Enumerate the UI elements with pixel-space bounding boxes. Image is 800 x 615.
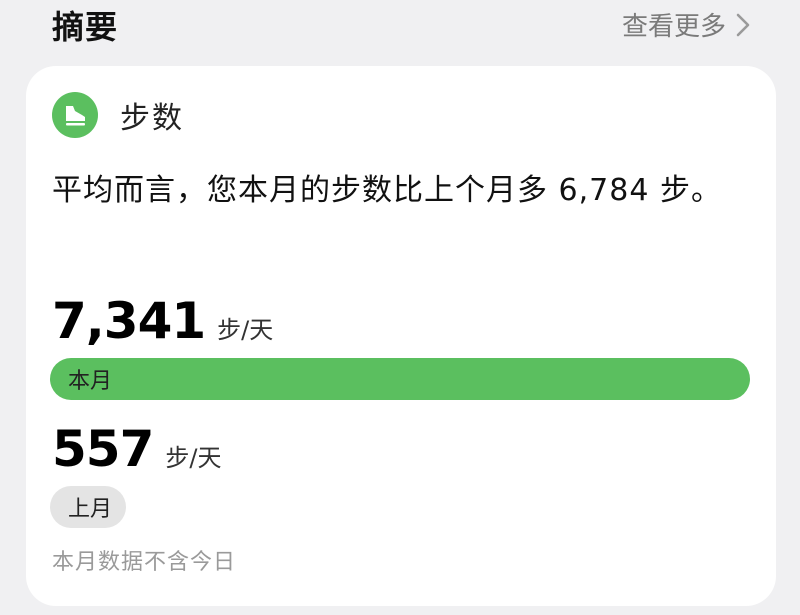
current-month-bar-track: 本月 — [50, 358, 750, 400]
view-more-label: 查看更多 — [621, 12, 726, 42]
summary-header: 摘要 查看更多 — [0, 0, 800, 60]
previous-month-unit: 步/天 — [165, 444, 222, 472]
current-month-bar: 本月 — [50, 358, 750, 400]
current-month-value: 7,341 — [52, 292, 206, 350]
previous-month-bar: 上月 — [50, 486, 126, 528]
section-title: 摘要 — [52, 8, 119, 46]
previous-month-bar-track: 上月 — [50, 486, 750, 528]
steps-card[interactable]: 步数 平均而言，您本月的步数比上个月多 6,784 步。 7,341 步/天 本… — [26, 66, 776, 606]
view-more-link[interactable]: 查看更多 — [622, 6, 750, 43]
data-footnote: 本月数据不含今日 — [52, 550, 237, 575]
shoe-icon — [52, 92, 98, 138]
current-month-unit: 步/天 — [217, 316, 274, 344]
previous-month-bar-label: 上月 — [68, 497, 113, 522]
comparison-summary: 平均而言，您本月的步数比上个月多 6,784 步。 — [52, 173, 722, 208]
previous-month-value: 557 — [52, 420, 154, 478]
card-header: 步数 — [52, 92, 184, 138]
previous-month-stat: 557 步/天 — [52, 420, 221, 478]
chevron-right-icon — [736, 13, 750, 36]
card-title: 步数 — [120, 101, 184, 136]
current-month-stat: 7,341 步/天 — [52, 292, 273, 350]
current-month-bar-label: 本月 — [68, 369, 113, 394]
